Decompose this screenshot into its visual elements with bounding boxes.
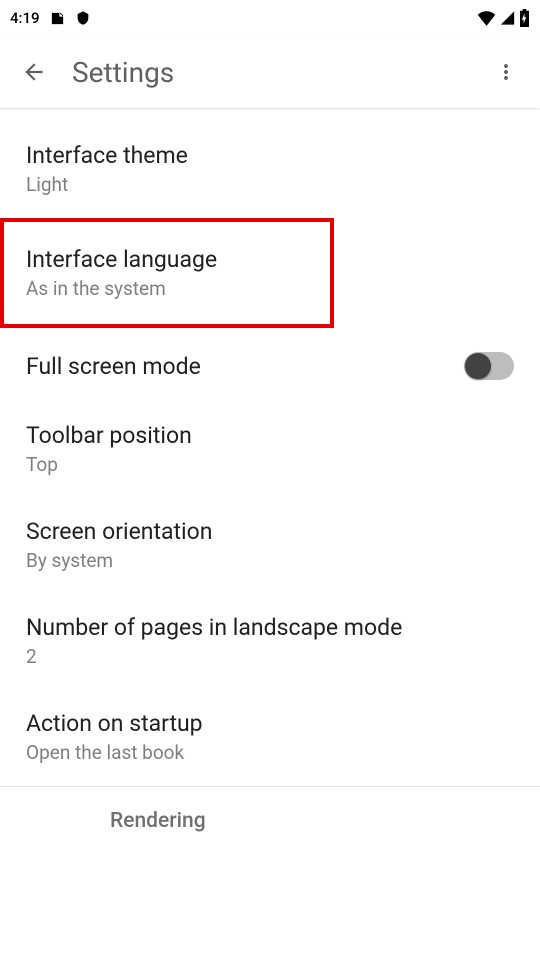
- setting-interface-theme[interactable]: Interface theme Light: [0, 122, 540, 218]
- settings-list: Interface theme Light Interface language…: [0, 108, 540, 960]
- setting-startup-action[interactable]: Action on startup Open the last book: [0, 690, 540, 786]
- setting-value: Open the last book: [26, 741, 514, 764]
- setting-title: Interface language: [26, 246, 308, 273]
- setting-title: Toolbar position: [26, 422, 514, 449]
- setting-title: Screen orientation: [26, 518, 514, 545]
- battery-icon: [519, 9, 530, 27]
- more-button[interactable]: [486, 52, 526, 92]
- setting-title: Interface theme: [26, 142, 514, 169]
- page-title: Settings: [72, 56, 486, 89]
- status-time: 4:19: [10, 9, 40, 27]
- toggle-switch[interactable]: [464, 352, 514, 380]
- setting-title: Number of pages in landscape mode: [26, 614, 514, 641]
- setting-toolbar-position[interactable]: Toolbar position Top: [0, 402, 540, 498]
- setting-interface-language[interactable]: Interface language As in the system: [0, 218, 334, 328]
- section-header-rendering: Rendering: [0, 787, 540, 843]
- setting-value: By system: [26, 549, 514, 572]
- setting-full-screen-mode[interactable]: Full screen mode: [0, 328, 540, 402]
- setting-value: Top: [26, 453, 514, 476]
- signal-icon: [499, 10, 516, 26]
- app-bar: Settings: [0, 36, 540, 108]
- setting-title: Full screen mode: [26, 353, 201, 380]
- note-icon: [50, 11, 65, 26]
- status-bar: 4:19: [0, 0, 540, 36]
- setting-value: 2: [26, 645, 514, 668]
- wifi-icon: [477, 10, 496, 26]
- setting-screen-orientation[interactable]: Screen orientation By system: [0, 498, 540, 594]
- back-button[interactable]: [14, 52, 54, 92]
- setting-value: Light: [26, 173, 514, 196]
- setting-landscape-pages[interactable]: Number of pages in landscape mode 2: [0, 594, 540, 690]
- setting-title: Action on startup: [26, 710, 514, 737]
- setting-value: As in the system: [26, 277, 308, 300]
- shield-icon: [75, 10, 91, 26]
